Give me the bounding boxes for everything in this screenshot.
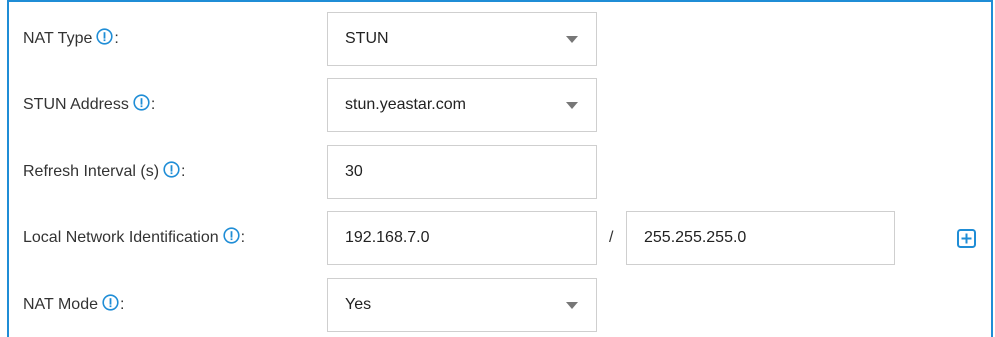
network-separator: / (609, 229, 614, 246)
local-network-row: Local Network Identification : 192.168.7… (9, 211, 991, 265)
info-icon[interactable] (133, 93, 150, 111)
local-network-ip-input[interactable]: 192.168.7.0 (327, 211, 597, 265)
stun-address-label: STUN Address : (23, 78, 155, 132)
nat-type-label-text: NAT Type (23, 30, 93, 47)
nat-mode-label-text: NAT Mode (23, 296, 98, 313)
nat-mode-colon: : (120, 296, 125, 313)
nat-mode-select[interactable]: Yes (327, 278, 597, 332)
stun-address-row: STUN Address : stun.yeastar.com (9, 78, 991, 132)
local-network-mask-value: 255.255.255.0 (644, 229, 747, 246)
nat-type-colon: : (114, 30, 119, 47)
stun-address-label-text: STUN Address (23, 96, 129, 113)
refresh-interval-row: Refresh Interval (s) : 30 (9, 145, 991, 199)
info-icon[interactable] (102, 293, 119, 311)
chevron-down-icon (566, 302, 578, 309)
stun-address-value: stun.yeastar.com (345, 96, 466, 113)
nat-type-value: STUN (345, 30, 389, 47)
refresh-interval-value: 30 (345, 163, 363, 180)
refresh-interval-label: Refresh Interval (s) : (23, 145, 186, 199)
info-icon[interactable] (163, 160, 180, 178)
stun-address-colon: : (150, 96, 156, 113)
local-network-colon: : (240, 229, 246, 246)
nat-settings-panel: NAT Type : STUN STUN Address : stun.yeas… (7, 0, 993, 337)
local-network-ip-value: 192.168.7.0 (345, 229, 430, 246)
refresh-interval-input[interactable]: 30 (327, 145, 597, 199)
nat-type-select[interactable]: STUN (327, 12, 597, 66)
nat-mode-label: NAT Mode : (23, 278, 124, 332)
nat-mode-value: Yes (345, 296, 372, 313)
refresh-interval-label-text: Refresh Interval (s) (23, 163, 160, 180)
local-network-label-text: Local Network Identification (23, 229, 219, 246)
info-icon[interactable] (96, 27, 113, 45)
nat-type-row: NAT Type : STUN (9, 12, 991, 66)
stun-address-select[interactable]: stun.yeastar.com (327, 78, 597, 132)
refresh-interval-colon: : (181, 163, 186, 180)
chevron-down-icon (566, 102, 578, 109)
local-network-label: Local Network Identification : (23, 211, 245, 265)
nat-type-label: NAT Type : (23, 12, 119, 66)
chevron-down-icon (566, 36, 578, 43)
add-network-button[interactable] (957, 229, 976, 248)
info-icon[interactable] (223, 226, 240, 244)
local-network-mask-input[interactable]: 255.255.255.0 (626, 211, 895, 265)
nat-mode-row: NAT Mode : Yes (9, 278, 991, 332)
